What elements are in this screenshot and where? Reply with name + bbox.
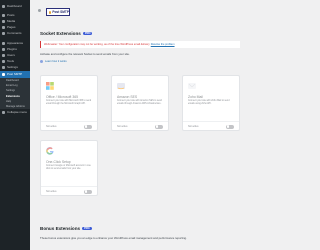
extension-name: Zoho Mail [188,95,203,99]
settings-icon [2,66,5,70]
sidebar-item-comments[interactable]: Comments [0,31,30,37]
extension-card-zoho-mail: Zoho Mail Connect your site with Zoho Ma… [182,75,240,131]
bonus-extensions-title: Bonus Extensions PRO [40,226,92,231]
header-logo-bar: Post SMTP [30,6,250,26]
sidebar-item-label: Post SMTP [7,72,23,76]
extension-footer: Not active [112,121,168,130]
collapse-menu-button[interactable]: Collapse menu [0,109,30,115]
appearance-icon [2,41,5,45]
extension-footer: Not active [41,186,97,195]
sidebar-item-dashboard[interactable]: Dashboard [0,3,30,9]
dashboard-icon [2,4,5,8]
extension-toggle[interactable] [84,124,92,129]
bonus-description: These bonus extensions give you an edge … [40,236,187,240]
logo-text: Post SMTP [52,10,69,14]
submenu-item-label: Dashboard [6,78,19,82]
sidebar-item-label: Dashboard [7,4,22,8]
extension-footer: Not active [183,121,239,130]
comments-icon [2,32,5,36]
extension-description: Connect your site with Amazon SES to sen… [117,100,162,105]
admin-sidebar: Dashboard Posts Media Pages Comments App… [0,0,30,250]
extension-description: Connect your site with Microsoft 365 to … [46,100,92,105]
submenu-item-label: Manage Addons [6,104,25,108]
pro-badge: PRO [82,31,93,36]
extension-name: One-Click Setup [46,160,71,164]
socket-description: Activate and configure the relevant Sock… [40,52,130,56]
sidebar-item-label: Comments [7,32,22,36]
submenu-item-label: Help [6,99,12,103]
extension-card-office-365: Office / Microsoft 365 Connect your site… [40,75,98,131]
extension-description: Connect Google or Microsoft account in o… [46,165,91,170]
logo-sun-icon [49,10,52,14]
section-title-text: Socket Extensions [40,31,81,36]
extension-status: Not active [117,125,128,128]
sidebar-item-label: Pages [7,26,16,30]
zoho-logo-icon [188,83,196,89]
submenu-item-label: Extensions [6,94,20,98]
submenu-item-label: Email Log [6,84,18,88]
amazon-ses-logo-icon [117,83,125,90]
sidebar-item-label: Appearance [7,41,24,45]
extension-description: Connect your site with Zoho Mail to send… [188,100,230,105]
extension-card-one-click-setup: One-Click Setup Connect Google or Micros… [40,140,98,196]
resolve-problem-link[interactable]: Resolve the problem [151,43,175,46]
info-icon [40,60,43,63]
plugins-icon [2,47,5,51]
posts-icon [2,13,5,17]
collapse-menu-label: Collapse menu [7,110,28,114]
learn-more-link[interactable]: Learn how it works [40,60,67,63]
collapse-icon [2,110,5,114]
pages-icon [2,26,5,30]
sidebar-item-post-smtp[interactable]: Post SMTP [0,70,30,78]
media-icon [2,19,5,23]
microsoft-logo-icon [46,82,54,90]
sidebar-item-label: Media [7,19,16,23]
extension-card-amazon-ses: Amazon SES Connect your site with Amazon… [111,75,169,131]
error-notice: Webmaster: Your configuration may not be… [40,41,240,48]
mail-icon [2,72,5,76]
sidebar-item-label: Tools [7,60,15,64]
main-content: Post SMTP Socket Extensions PRO Webmaste… [30,0,250,250]
sidebar-item-label: Settings [7,66,18,70]
screen-options-icon[interactable] [38,9,41,12]
extension-footer: Not active [41,121,97,130]
pro-badge: PRO [82,226,92,231]
extension-name: Office / Microsoft 365 [46,95,78,99]
extension-status: Not active [46,190,57,193]
google-logo-icon [46,147,54,155]
extension-toggle[interactable] [226,124,234,129]
sidebar-item-label: Posts [7,13,15,17]
sidebar-item-label: Plugins [7,47,17,51]
notice-text: Webmaster: Your configuration may not be… [44,43,150,46]
extension-name: Amazon SES [117,95,138,99]
post-smtp-logo: Post SMTP [46,8,70,16]
extension-status: Not active [46,125,57,128]
extension-status: Not active [188,125,199,128]
users-icon [2,53,5,57]
extension-toggle[interactable] [84,189,92,194]
extension-toggle[interactable] [155,124,163,129]
learn-more-text: Learn how it works [45,60,67,63]
socket-extensions-title: Socket Extensions PRO [40,31,93,36]
submenu-item-label: Settings [6,89,16,93]
sidebar-item-label: Users [7,53,15,57]
tools-icon [2,60,5,64]
section-title-text: Bonus Extensions [40,226,81,231]
